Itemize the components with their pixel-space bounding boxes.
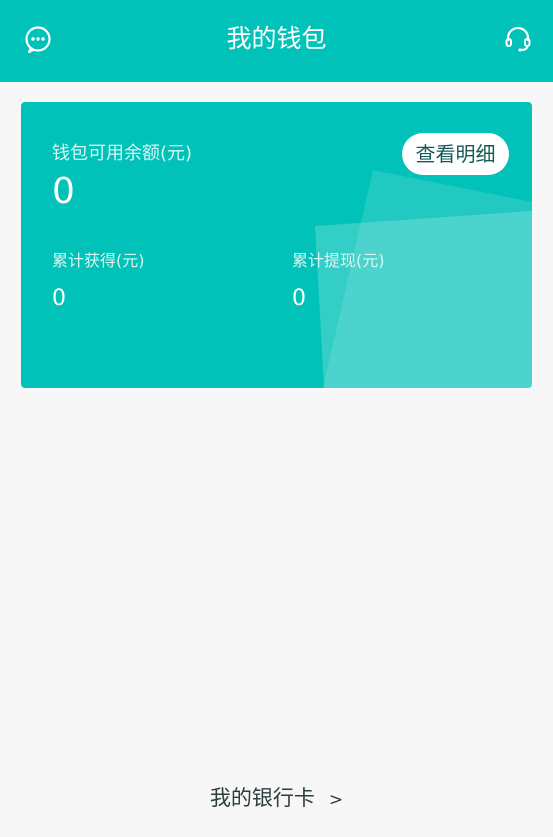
withdrawn-value: 0 [292, 286, 306, 311]
chevron-right-icon: > [328, 790, 344, 810]
withdrawn-label: 累计提现(元) [292, 251, 385, 270]
balance-label: 钱包可用余额(元) [52, 143, 193, 164]
app-header: 我的钱包 [0, 0, 553, 82]
balance-value: 0 [52, 171, 75, 212]
bank-card-label: 我的银行卡 [209, 786, 315, 810]
wallet-card: 钱包可用余额(元) 0 查看明细 累计获得(元) 0 累计提现(元) 0 [21, 102, 532, 388]
page-title: 我的钱包 [226, 24, 327, 53]
my-bank-card-link[interactable]: 我的银行卡 > [0, 783, 553, 815]
earned-label: 累计获得(元) [52, 251, 145, 270]
headset-icon[interactable] [503, 24, 533, 54]
view-details-button[interactable]: 查看明细 [402, 133, 509, 175]
earned-value: 0 [52, 286, 66, 311]
